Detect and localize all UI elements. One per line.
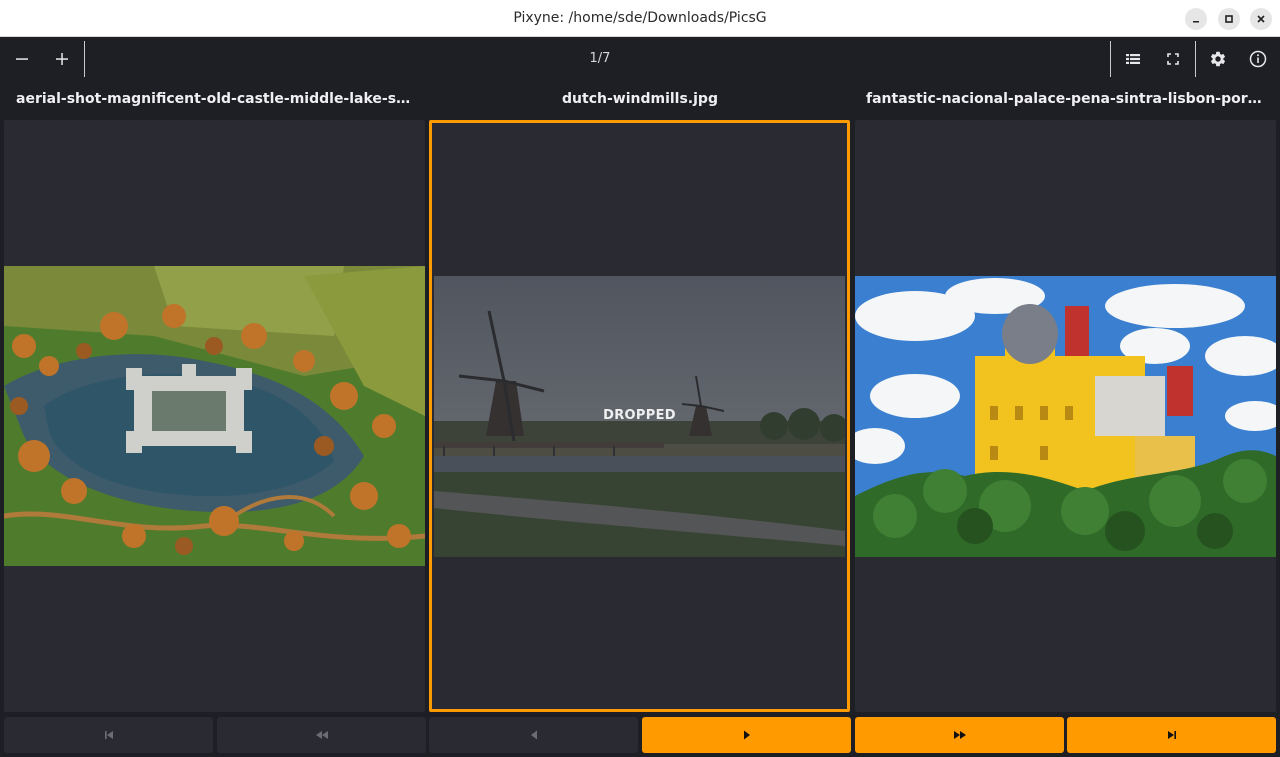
skip-last-icon [1167,731,1176,739]
image-counter: 1/7 [589,51,611,66]
skip-first-icon [104,731,113,739]
close-icon [1257,15,1265,23]
settings-button[interactable] [1198,37,1238,81]
gear-icon [1210,51,1226,67]
image-panel[interactable] [855,120,1276,712]
plus-icon [56,53,68,65]
zoom-out-button[interactable] [2,37,42,81]
list-view-button[interactable] [1113,37,1153,81]
maximize-icon [1225,15,1233,23]
toolbar: 1/7 [0,37,1280,81]
maximize-button[interactable] [1218,8,1240,30]
panel-filename: dutch-windmills.jpg [562,91,718,107]
window-title: Pixyne: /home/sde/Downloads/PicsG [513,10,767,26]
next-image-button[interactable] [642,717,851,753]
zoom-in-button[interactable] [42,37,82,81]
first-image-button[interactable] [4,717,213,753]
image-panel[interactable] [4,120,425,712]
previous-image-button[interactable] [429,717,638,753]
next-icon [743,730,750,740]
minimize-icon [1193,21,1199,23]
photo-castle [4,266,425,566]
window-titlebar: Pixyne: /home/sde/Downloads/PicsG [0,0,1280,37]
prev-icon [530,730,537,740]
info-icon [1249,50,1267,68]
list-icon [1126,54,1140,64]
toolbar-divider [84,41,85,77]
info-button[interactable] [1238,37,1278,81]
dropped-status-label: DROPPED [603,408,676,423]
close-button[interactable] [1250,8,1272,30]
toolbar-divider [1110,41,1111,77]
fullscreen-icon [1167,53,1179,65]
photo-pena-palace [855,276,1276,557]
fast-forward-button[interactable] [855,717,1064,753]
fullscreen-button[interactable] [1153,37,1193,81]
fast-forward-icon [953,731,966,739]
minus-icon [16,58,28,60]
rewind-button[interactable] [217,717,426,753]
minimize-button[interactable] [1185,8,1207,30]
toolbar-divider [1195,41,1196,77]
fast-rewind-icon [315,731,328,739]
panel-filename: aerial-shot-magnificent-old-castle-middl… [16,91,414,107]
last-image-button[interactable] [1067,717,1276,753]
image-panel-selected[interactable]: DROPPED [429,120,850,712]
panel-filename: fantastic-nacional-palace-pena-sintra-li… [866,91,1264,107]
